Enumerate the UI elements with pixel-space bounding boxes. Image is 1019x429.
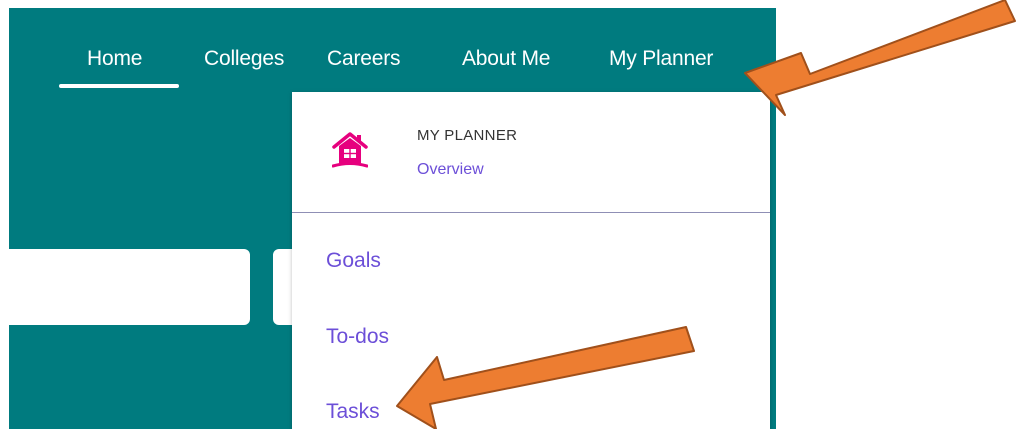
- nav-item-about-me[interactable]: About Me: [462, 46, 550, 72]
- dropdown-header: MY PLANNER Overview: [292, 92, 770, 213]
- overview-link[interactable]: Overview: [417, 161, 484, 179]
- nav-item-home[interactable]: Home: [87, 46, 142, 72]
- my-planner-dropdown: MY PLANNER Overview Goals To-dos Tasks: [292, 92, 770, 429]
- house-icon: [332, 132, 368, 168]
- active-nav-underline: [59, 84, 179, 88]
- dropdown-item-to-dos[interactable]: To-dos: [326, 325, 389, 349]
- nav-item-my-planner[interactable]: My Planner: [609, 46, 713, 72]
- nav-item-careers[interactable]: Careers: [327, 46, 400, 72]
- dropdown-divider: [292, 212, 770, 213]
- dropdown-title: MY PLANNER: [417, 127, 518, 144]
- top-nav: Home Colleges Careers About Me My Planne…: [9, 8, 776, 88]
- dropdown-item-goals[interactable]: Goals: [326, 249, 381, 273]
- content-card-left[interactable]: [9, 249, 250, 325]
- app-screen: Home Colleges Careers About Me My Planne…: [9, 8, 776, 429]
- dropdown-item-tasks[interactable]: Tasks: [326, 400, 380, 424]
- nav-item-colleges[interactable]: Colleges: [204, 46, 284, 72]
- annotation-arrow-my-planner: [744, 0, 1016, 116]
